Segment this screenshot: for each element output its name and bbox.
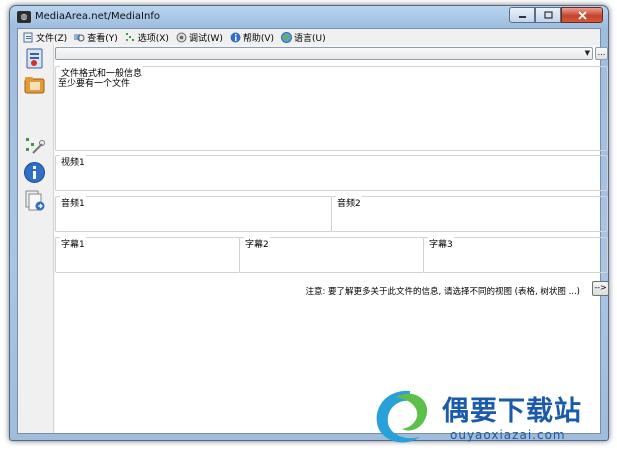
window-title: MediaArea.net/MediaInfo [35, 11, 160, 22]
open-file-button[interactable] [23, 47, 46, 70]
close-button[interactable] [561, 7, 603, 23]
file-select-dropdown[interactable]: ▼ [55, 47, 593, 60]
preferences-icon [26, 138, 45, 154]
open-folder-button[interactable] [23, 73, 46, 96]
menu-file-label: 文件(Z) [36, 33, 68, 44]
menu-view[interactable]: 查看(Y) [72, 30, 120, 45]
audio2-section-label: 音频2 [336, 196, 362, 209]
side-toolbar [18, 45, 54, 433]
main-window: ◍ MediaArea.net/MediaInfo 文件(Z) 查看(Y) 选项… [9, 5, 609, 441]
view-icon [74, 32, 85, 43]
help-icon [230, 32, 241, 43]
minimize-icon [518, 16, 526, 18]
menu-help-label: 帮助(V) [242, 33, 275, 44]
export-icon [25, 190, 45, 211]
options-icon [125, 32, 136, 43]
menu-view-label: 查看(Y) [87, 33, 118, 44]
menu-options[interactable]: 选项(X) [123, 30, 171, 45]
menu-file[interactable]: 文件(Z) [21, 30, 69, 45]
client-area: 文件(Z) 查看(Y) 选项(X) 调试(W) 帮助(V) 语言(U) ▼ ..… [17, 28, 609, 434]
minimize-button[interactable] [509, 7, 535, 23]
video1-section-label: 视频1 [60, 155, 86, 168]
chevron-down-icon: ▼ [584, 49, 590, 57]
next-view-button[interactable]: --> [592, 281, 609, 296]
menu-debug-label: 调试(W) [188, 33, 223, 44]
subtitle1-section: 字幕1 [55, 237, 240, 273]
watermark-logo: 偶要下载站 ouyaoxiazai.com [366, 383, 616, 449]
close-icon [577, 10, 587, 20]
watermark-url: ouyaoxiazai.com [450, 428, 566, 442]
browse-button[interactable]: ... [595, 47, 608, 60]
subtitle3-section-label: 字幕3 [428, 237, 454, 250]
subtitle3-section: 字幕3 [423, 237, 608, 273]
info-panel: ▼ ... 文件格式和一般信息 至少要有一个文件 视频1 音频1 音频2 字幕1… [55, 47, 609, 433]
audio1-section: 音频1 [55, 196, 332, 232]
menu-debug[interactable]: 调试(W) [174, 30, 225, 45]
debug-icon [176, 32, 187, 43]
subtitle1-section-label: 字幕1 [60, 237, 86, 250]
general-section-content: 至少要有一个文件 [58, 79, 131, 89]
menu-bar: 文件(Z) 查看(Y) 选项(X) 调试(W) 帮助(V) 语言(U) [18, 29, 600, 45]
about-icon [24, 162, 45, 183]
maximize-icon [543, 11, 553, 19]
export-button[interactable] [23, 189, 46, 212]
audio2-section: 音频2 [331, 196, 608, 232]
file-icon [23, 32, 34, 43]
video1-section: 视频1 [55, 155, 608, 191]
audio1-section-label: 音频1 [60, 196, 86, 209]
view-hint-text: 注意: 要了解更多关于此文件的信息, 请选择不同的视图 (表格, 树状图 ...… [305, 287, 580, 297]
open-file-icon [26, 48, 43, 69]
title-bar[interactable]: ◍ MediaArea.net/MediaInfo [10, 6, 608, 28]
open-folder-icon [24, 77, 45, 94]
language-icon [281, 31, 293, 43]
preferences-button[interactable] [23, 135, 46, 158]
watermark-brand: 偶要下载站 [442, 396, 582, 427]
menu-help[interactable]: 帮助(V) [228, 30, 276, 45]
menu-language[interactable]: 语言(U) [279, 30, 328, 45]
menu-options-label: 选项(X) [137, 33, 169, 44]
subtitle2-section-label: 字幕2 [244, 237, 270, 250]
about-button[interactable] [23, 161, 46, 184]
maximize-button[interactable] [535, 7, 561, 23]
general-section: 文件格式和一般信息 至少要有一个文件 [55, 66, 608, 151]
mediainfo-app-icon[interactable]: ◍ [17, 11, 31, 23]
menu-language-label: 语言(U) [294, 33, 326, 44]
subtitle2-section: 字幕2 [239, 237, 424, 273]
